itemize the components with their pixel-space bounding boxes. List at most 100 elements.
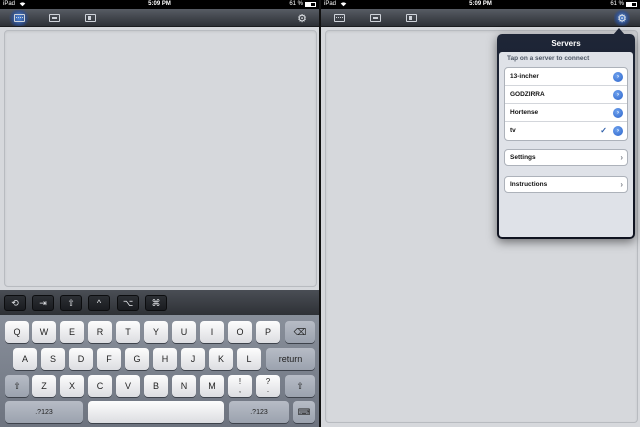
key-h[interactable]: H (153, 348, 177, 370)
shift-key-left[interactable]: ⇧ (5, 375, 29, 397)
screen-icon (369, 14, 381, 22)
popover-subtitle: Tap on a server to connect (507, 55, 590, 62)
instructions-label: Instructions (510, 181, 548, 188)
status-bar: iPad 5:09 PM 61 % (321, 0, 640, 9)
disclosure-icon[interactable]: › (613, 108, 623, 118)
gear-icon: ⚙ (617, 12, 627, 25)
status-time: 5:09 PM (148, 1, 171, 7)
media-icon (84, 14, 96, 22)
screen-mode-button[interactable] (365, 10, 385, 26)
command-key[interactable]: ⌘ (145, 295, 167, 311)
shift-key-right[interactable]: ⇧ (285, 375, 315, 397)
settings-gear-button[interactable]: ⚙ (614, 10, 630, 26)
battery-icon (305, 2, 316, 7)
key-j[interactable]: J (181, 348, 205, 370)
battery-icon (626, 2, 637, 7)
key-y[interactable]: Y (144, 321, 168, 343)
key-b[interactable]: B (144, 375, 168, 397)
shift-modifier-key[interactable]: ⇧ (60, 295, 82, 311)
gear-icon: ⚙ (297, 12, 307, 25)
key-p[interactable]: P (256, 321, 280, 343)
servers-popover: Servers Tap on a server to connect 13-in… (497, 28, 635, 239)
key-question-period[interactable]: ?. (256, 375, 280, 397)
key-m[interactable]: M (200, 375, 224, 397)
key-z[interactable]: Z (32, 375, 56, 397)
keyboard-mode-button[interactable] (329, 10, 349, 26)
settings-gear-button[interactable]: ⚙ (294, 10, 310, 26)
settings-label: Settings (510, 154, 536, 161)
settings-row[interactable]: Settings › (504, 149, 628, 166)
hide-keyboard-key[interactable]: ⌨ (293, 401, 315, 423)
numbers-key-left[interactable]: .?123 (5, 401, 83, 423)
key-s[interactable]: S (41, 348, 65, 370)
screen-mode-button[interactable] (44, 10, 64, 26)
server-row[interactable]: 13-incher › (505, 68, 627, 86)
onscreen-keyboard: ⟲ ⇥ ⇧ ^ ⌥ ⌘ Q W E R T Y U I O P ⌫ A S D … (0, 290, 319, 427)
server-name: 13-incher (510, 73, 539, 80)
modifier-bar: ⟲ ⇥ ⇧ ^ ⌥ ⌘ (0, 290, 319, 315)
key-f[interactable]: F (97, 348, 121, 370)
popover-arrow (613, 28, 625, 35)
key-c[interactable]: C (88, 375, 112, 397)
key-v[interactable]: V (116, 375, 140, 397)
control-key[interactable]: ^ (88, 295, 110, 311)
key-w[interactable]: W (32, 321, 56, 343)
media-mode-button[interactable] (401, 10, 421, 26)
server-row[interactable]: GODZIRRA › (505, 86, 627, 104)
instructions-row[interactable]: Instructions › (504, 176, 628, 193)
key-l[interactable]: L (237, 348, 261, 370)
left-ipad-screen: iPad 5:09 PM 61 % ⚙ ⟲ ⇥ ⇧ ^ ⌥ ⌘ Q W E R … (0, 0, 319, 427)
key-o[interactable]: O (228, 321, 252, 343)
key-lower-char: , (238, 385, 242, 394)
key-n[interactable]: N (172, 375, 196, 397)
keyboard-mode-button[interactable] (9, 10, 29, 26)
key-x[interactable]: X (60, 375, 84, 397)
undo-key[interactable]: ⟲ (4, 295, 26, 311)
key-e[interactable]: E (60, 321, 84, 343)
toolbar: ⚙ (321, 9, 640, 27)
trackpad-area[interactable] (4, 30, 317, 287)
key-g[interactable]: G (125, 348, 149, 370)
backspace-key[interactable]: ⌫ (285, 321, 315, 343)
key-a[interactable]: A (13, 348, 37, 370)
key-lower-char: . (266, 385, 270, 394)
numbers-key-right[interactable]: .?123 (229, 401, 289, 423)
battery-percent: 61 % (610, 1, 624, 7)
screen-icon (48, 14, 60, 22)
checkmark-icon: ✓ (600, 126, 607, 135)
tab-key[interactable]: ⇥ (32, 295, 54, 311)
key-t[interactable]: T (116, 321, 140, 343)
keyboard-icon (13, 14, 25, 22)
server-name: tv (510, 127, 516, 134)
key-q[interactable]: Q (5, 321, 29, 343)
toolbar: ⚙ (0, 9, 319, 27)
disclosure-icon[interactable]: › (613, 90, 623, 100)
option-key[interactable]: ⌥ (117, 295, 139, 311)
server-row-selected[interactable]: tv ✓ › (505, 122, 627, 140)
popover-body: Tap on a server to connect 13-incher › G… (499, 52, 633, 237)
battery-percent: 61 % (289, 1, 303, 7)
key-k[interactable]: K (209, 348, 233, 370)
server-row[interactable]: Hortense › (505, 104, 627, 122)
key-i[interactable]: I (200, 321, 224, 343)
hide-keyboard-icon: ⌨ (297, 406, 311, 417)
chevron-right-icon: › (620, 180, 623, 189)
key-d[interactable]: D (69, 348, 93, 370)
right-ipad-screen: iPad 5:09 PM 61 % ⚙ Servers Tap on a ser… (321, 0, 640, 427)
media-icon (405, 14, 417, 22)
key-u[interactable]: U (172, 321, 196, 343)
disclosure-icon[interactable]: › (613, 72, 623, 82)
media-mode-button[interactable] (80, 10, 100, 26)
key-exclamation-comma[interactable]: !, (228, 375, 252, 397)
space-bar[interactable] (88, 401, 224, 423)
key-r[interactable]: R (88, 321, 112, 343)
return-key[interactable]: return (266, 348, 315, 370)
keyboard-icon (333, 14, 345, 22)
chevron-right-icon: › (620, 153, 623, 162)
status-bar: iPad 5:09 PM 61 % (0, 0, 319, 9)
server-name: Hortense (510, 109, 539, 116)
server-name: GODZIRRA (510, 91, 545, 98)
popover-title: Servers (551, 39, 581, 48)
server-list: 13-incher › GODZIRRA › Hortense › tv ✓ › (504, 67, 628, 141)
disclosure-icon[interactable]: › (613, 126, 623, 136)
